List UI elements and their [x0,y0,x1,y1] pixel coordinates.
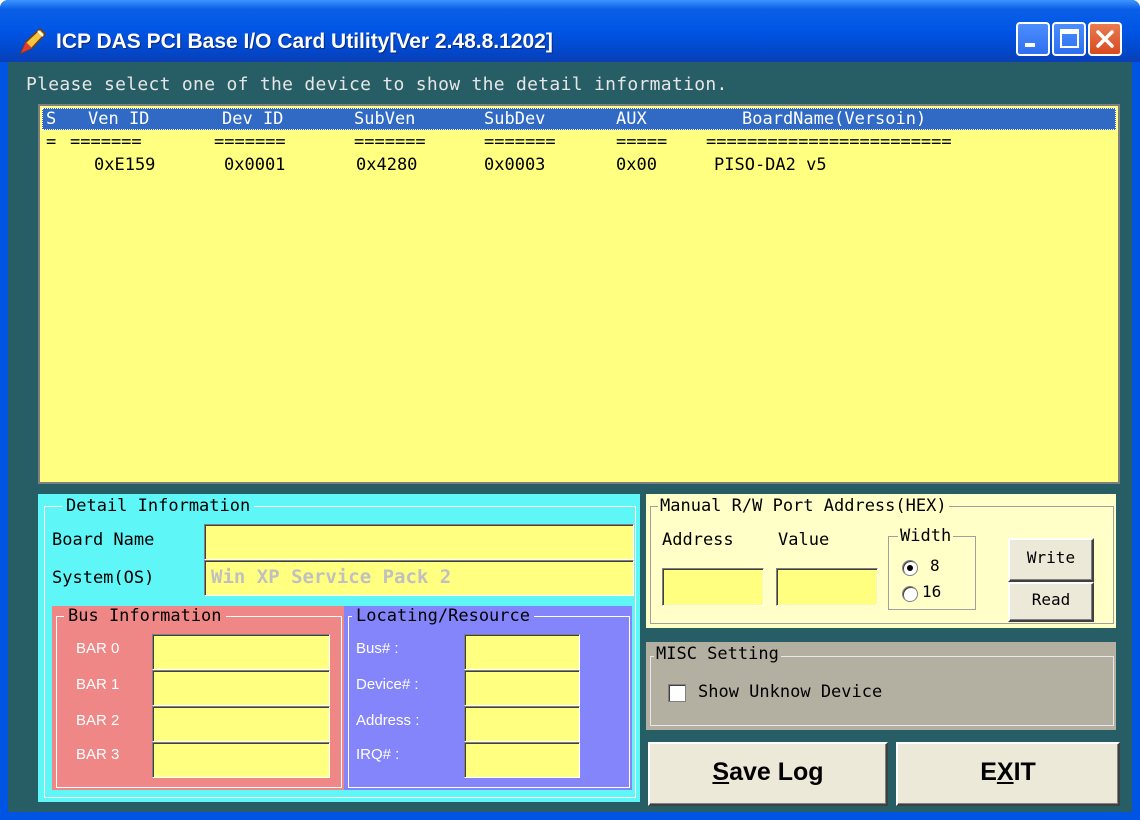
save-log-mnemonic: S [712,758,730,786]
window-title: ICP DAS PCI Base I/O Card Utility[Ver 2.… [56,30,553,53]
width-legend: Width [898,526,954,546]
address-label: Address : [356,712,420,729]
exit-button[interactable]: EXIT [896,742,1120,806]
width-16-radio[interactable] [902,586,918,602]
cell-board-name: PISO-DA2 v5 [714,155,827,175]
column-header-ven-id[interactable]: Ven ID [88,108,149,130]
maximize-icon [1060,29,1079,48]
close-button[interactable] [1088,22,1122,56]
width-16-label: 16 [922,582,942,601]
port-value-input[interactable] [776,568,878,606]
system-os-field[interactable]: Win XP Service Pack 2 [204,560,634,596]
bar1-label: BAR 1 [76,676,120,693]
bar0-field[interactable] [152,634,330,670]
manual-rw-legend: Manual R/W Port Address(HEX) [658,496,949,516]
exit-label-prefix: E [980,758,997,786]
close-icon [1096,30,1114,48]
locating-legend: Locating/Resource [352,606,534,626]
device-number-field[interactable] [464,670,580,706]
separator-dev-id: ======= [214,132,286,152]
bar0-label: BAR 0 [76,640,120,657]
device-list-header[interactable]: S Ven ID Dev ID SubVen SubDev AUX BoardN… [42,108,1116,130]
minimize-button[interactable] [1016,22,1050,56]
device-row[interactable]: 0xE159 0x0001 0x4280 0x0003 0x00 PISO-DA… [42,152,1116,178]
value-column-label: Value [778,530,830,550]
separator-s: = [46,132,57,152]
show-unknown-device-label: Show Unknow Device [698,682,883,702]
cell-aux: 0x00 [616,155,657,175]
exit-label-suffix: IT [1013,758,1036,786]
separator-aux: ===== [616,132,668,152]
column-header-subdev[interactable]: SubDev [484,108,545,130]
bus-information-panel: Bus Information BAR 0 BAR 1 BAR 2 BAR 3 [52,606,344,790]
address-column-label: Address [662,530,734,550]
column-header-board-name[interactable]: BoardName(Versoin) [742,108,926,130]
separator-board-name: ======================== [706,132,952,152]
cell-ven-id: 0xE159 [94,155,156,175]
device-list[interactable]: S Ven ID Dev ID SubVen SubDev AUX BoardN… [38,104,1120,484]
device-list-separator: = ======= ======= ======= ======= ===== … [42,132,1116,152]
separator-subven: ======= [354,132,426,152]
bar1-field[interactable] [152,670,330,706]
write-button[interactable]: Write [1008,538,1094,582]
minimize-icon [1025,43,1035,47]
device-number-label: Device# : [356,676,419,693]
save-log-label: ave Log [729,758,824,786]
board-name-field[interactable] [204,524,634,560]
bar2-label: BAR 2 [76,712,120,729]
system-os-label: System(OS) [52,568,155,588]
separator-ven-id: ======= [70,132,142,152]
bus-number-field[interactable] [464,634,580,670]
show-unknown-device-checkbox[interactable] [668,684,686,702]
address-field[interactable] [464,706,580,742]
system-os-value: Win XP Service Pack 2 [211,566,452,588]
maximize-button[interactable] [1052,22,1086,56]
misc-setting-panel: MISC Setting Show Unknow Device [646,642,1116,730]
column-header-aux[interactable]: AUX [616,108,647,130]
bar3-label: BAR 3 [76,746,120,763]
cell-dev-id: 0x0001 [224,155,286,175]
cell-subdev: 0x0003 [484,155,546,175]
app-window: ICP DAS PCI Base I/O Card Utility[Ver 2.… [0,0,1140,820]
separator-subdev: ======= [484,132,556,152]
column-header-subven[interactable]: SubVen [354,108,415,130]
detail-legend: Detail Information [62,496,255,516]
manual-rw-panel: Manual R/W Port Address(HEX) Address Val… [646,494,1116,628]
column-header-dev-id[interactable]: Dev ID [222,108,283,130]
irq-field[interactable] [464,742,580,778]
exit-mnemonic: X [996,758,1014,786]
title-bar[interactable]: ICP DAS PCI Base I/O Card Utility[Ver 2.… [0,0,1140,62]
bar3-field[interactable] [152,742,330,778]
bus-number-label: Bus# : [356,640,399,657]
width-8-radio[interactable] [902,560,918,576]
irq-label: IRQ# : [356,746,400,763]
bar2-field[interactable] [152,706,330,742]
locating-resource-panel: Locating/Resource Bus# : Device# : Addre… [344,606,632,790]
port-address-input[interactable] [662,568,764,606]
cell-subven: 0x4280 [356,155,418,175]
width-8-label: 8 [930,556,940,575]
column-header-s[interactable]: S [46,108,56,130]
radio-selected-dot [907,565,913,571]
save-log-button[interactable]: Save Log [648,742,888,806]
board-name-label: Board Name [52,530,155,550]
misc-legend: MISC Setting [654,644,781,664]
bus-legend: Bus Information [64,606,226,626]
pen-icon [18,26,48,56]
read-button[interactable]: Read [1008,582,1094,622]
instruction-text: Please select one of the device to show … [26,74,728,95]
